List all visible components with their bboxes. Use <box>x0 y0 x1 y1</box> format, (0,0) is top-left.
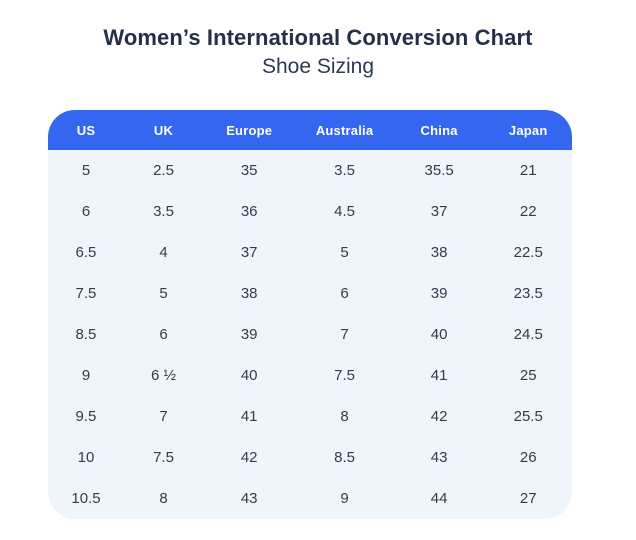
table-row: 6 3.5 36 4.5 37 22 <box>48 191 572 233</box>
column-header-us: US <box>48 110 124 151</box>
size-cell: 3.5 <box>295 150 394 192</box>
size-cell: 5 <box>295 232 394 274</box>
size-cell: 7.5 <box>48 273 124 315</box>
page: Women’s International Conversion Chart S… <box>0 25 636 520</box>
header-row: US UK Europe Australia China Japan <box>48 110 572 151</box>
table-body: 5 2.5 35 3.5 35.5 21 6 3.5 36 4.5 37 22 6.5 4 37 5 38 22.… <box>48 150 572 520</box>
size-cell: 42 <box>203 437 296 479</box>
size-cell: 22.5 <box>484 232 572 274</box>
size-cell: 38 <box>203 273 296 315</box>
size-cell: 25.5 <box>484 396 572 438</box>
size-cell: 4 <box>123 232 204 274</box>
conversion-table-card: US UK Europe Australia China Japan 5 2.5 35 3.5 3… <box>48 110 572 520</box>
column-header-china: China <box>393 110 485 151</box>
size-cell: 26 <box>484 437 572 479</box>
size-cell: 44 <box>393 478 485 520</box>
size-cell: 9 <box>295 478 394 520</box>
size-cell: 9 <box>48 355 124 397</box>
size-cell: 43 <box>393 437 485 479</box>
size-cell: 2.5 <box>123 150 204 192</box>
size-cell: 8 <box>295 396 394 438</box>
size-cell: 41 <box>203 396 296 438</box>
page-subtitle: Shoe Sizing <box>261 55 375 79</box>
size-cell: 10 <box>48 437 124 479</box>
page-title: Women’s International Conversion Chart <box>103 25 533 50</box>
column-header-australia: Australia <box>295 110 394 151</box>
size-cell: 5 <box>48 150 124 192</box>
size-cell: 8.5 <box>295 437 394 479</box>
size-cell: 7.5 <box>295 355 394 397</box>
size-cell: 7 <box>295 314 394 356</box>
size-cell: 37 <box>393 191 485 233</box>
size-cell: 39 <box>203 314 296 356</box>
size-cell: 22 <box>484 191 572 233</box>
table-row: 7.5 5 38 6 39 23.5 <box>48 273 572 315</box>
size-cell: 7 <box>123 396 204 438</box>
column-header-uk: UK <box>123 110 204 151</box>
table-row: 10.5 8 43 9 44 27 <box>48 478 572 520</box>
size-cell: 8 <box>123 478 204 520</box>
size-cell: 38 <box>393 232 485 274</box>
table-row: 10 7.5 42 8.5 43 26 <box>48 437 572 479</box>
size-cell: 40 <box>203 355 296 397</box>
size-cell: 10.5 <box>48 478 124 520</box>
table-row: 5 2.5 35 3.5 35.5 21 <box>48 150 572 192</box>
size-cell: 39 <box>393 273 485 315</box>
size-cell: 6 <box>123 314 204 356</box>
size-cell: 35 <box>203 150 296 192</box>
size-cell: 35.5 <box>393 150 485 192</box>
column-header-europe: Europe <box>203 110 296 151</box>
column-header-japan: Japan <box>484 110 572 151</box>
size-cell: 6 <box>295 273 394 315</box>
size-cell: 7.5 <box>123 437 204 479</box>
size-cell: 27 <box>484 478 572 520</box>
table-row: 96 ½ 40 7.5 41 25 <box>48 355 572 397</box>
size-cell: 4.5 <box>295 191 394 233</box>
size-cell: 8.5 <box>48 314 124 356</box>
size-cell: 25 <box>484 355 572 397</box>
size-cell: 37 <box>203 232 296 274</box>
size-cell: 6 <box>48 191 124 233</box>
size-cell: 42 <box>393 396 485 438</box>
conversion-table: US UK Europe Australia China Japan 5 2.5 35 3.5 3… <box>48 110 572 520</box>
size-cell: 40 <box>393 314 485 356</box>
table-header: US UK Europe Australia China Japan <box>48 110 572 151</box>
size-cell: 23.5 <box>484 273 572 315</box>
size-cell: 36 <box>203 191 296 233</box>
size-cell: 6.5 <box>48 232 124 274</box>
size-cell: 41 <box>393 355 485 397</box>
table-row: 9.5 7 41 8 42 25.5 <box>48 396 572 438</box>
size-cell: 9.5 <box>48 396 124 438</box>
size-cell: 6 ½ <box>123 355 204 397</box>
size-cell: 43 <box>203 478 296 520</box>
size-cell: 21 <box>484 150 572 192</box>
table-row: 6.5 4 37 5 38 22.5 <box>48 232 572 274</box>
size-cell: 5 <box>123 273 204 315</box>
size-cell: 3.5 <box>123 191 204 233</box>
table-row: 8.5 6 39 7 40 24.5 <box>48 314 572 356</box>
size-cell: 24.5 <box>484 314 572 356</box>
